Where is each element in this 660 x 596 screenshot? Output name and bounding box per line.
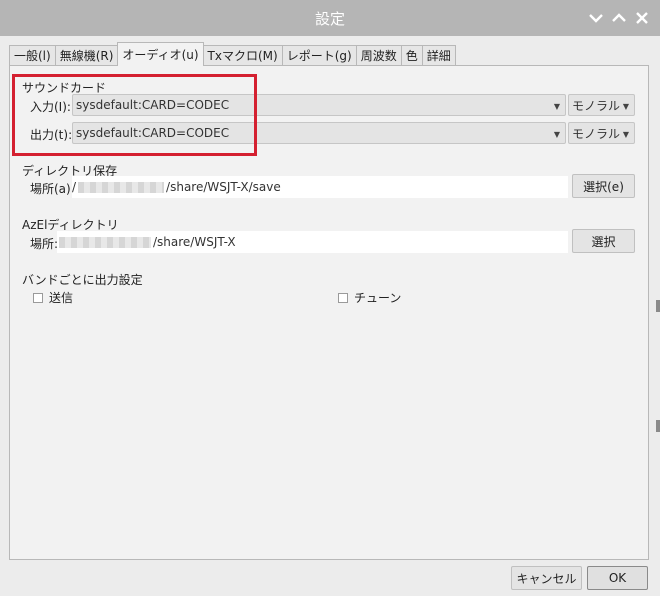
- save-dir-label: 場所(a):: [30, 182, 75, 196]
- edge-fragment: [656, 420, 660, 432]
- chevron-up-icon: [612, 13, 626, 22]
- settings-dialog: 一般(l) 無線機(R) オーディオ(u) Txマクロ(M) レポート(g) 周…: [0, 36, 660, 596]
- tab-audio[interactable]: オーディオ(u): [117, 42, 204, 66]
- save-dir-select-button[interactable]: 選択(e): [572, 174, 635, 198]
- input-label: 入力(I):: [30, 100, 71, 114]
- tab-general[interactable]: 一般(l): [9, 45, 56, 65]
- save-dir-field[interactable]: / /share/WSJT-X/save: [72, 176, 568, 198]
- cancel-button[interactable]: キャンセル: [511, 566, 582, 590]
- send-checkbox-label: 送信: [49, 291, 74, 305]
- save-dir-prefix: /: [72, 180, 77, 194]
- azel-dir-label: 場所:: [30, 237, 59, 251]
- tune-checkbox[interactable]: チューン: [338, 289, 401, 306]
- checkbox-box[interactable]: [338, 292, 348, 303]
- redacted-path: [78, 181, 165, 193]
- edge-fragment: [656, 300, 660, 312]
- output-device-select[interactable]: sysdefault:CARD=CODEC ▼: [72, 122, 566, 144]
- tab-bar: 一般(l) 無線機(R) オーディオ(u) Txマクロ(M) レポート(g) 周…: [9, 42, 456, 66]
- output-channel-value: モノラル: [572, 126, 621, 141]
- window-title: 設定: [314, 10, 345, 28]
- checkbox-box[interactable]: [33, 292, 43, 303]
- dropdown-arrow-icon: ▼: [553, 130, 560, 139]
- tab-reporting[interactable]: レポート(g): [281, 45, 357, 65]
- audio-panel: サウンドカード 入力(I): sysdefault:CARD=CODEC ▼ モ…: [9, 65, 649, 560]
- chevron-down-icon: [589, 14, 603, 23]
- minimize-button[interactable]: [587, 9, 605, 27]
- redacted-path: [59, 236, 151, 248]
- tab-tx-macros[interactable]: Txマクロ(M): [202, 45, 283, 65]
- tab-advanced[interactable]: 詳細: [421, 45, 456, 65]
- output-channel-select[interactable]: モノラル ▼: [568, 122, 635, 144]
- tune-checkbox-label: チューン: [354, 291, 402, 305]
- dropdown-arrow-icon: ▼: [622, 130, 629, 139]
- close-button[interactable]: [633, 9, 651, 27]
- ok-button[interactable]: OK: [587, 566, 648, 590]
- save-dir-suffix: /share/WSJT-X/save: [166, 180, 281, 194]
- title-bar: 設定: [0, 0, 660, 36]
- band-output-group-title: バンドごとに出力設定: [22, 273, 143, 287]
- azel-dir-field[interactable]: /share/WSJT-X: [57, 231, 568, 253]
- input-device-select[interactable]: sysdefault:CARD=CODEC ▼: [72, 94, 566, 116]
- azel-dir-suffix: /share/WSJT-X: [153, 235, 236, 249]
- output-device-value: sysdefault:CARD=CODEC: [76, 126, 230, 140]
- azel-dir-select-button[interactable]: 選択: [572, 229, 635, 253]
- tab-radio[interactable]: 無線機(R): [54, 45, 119, 65]
- maximize-button[interactable]: [610, 9, 628, 27]
- output-label: 出力(t):: [30, 128, 73, 142]
- dropdown-arrow-icon: ▼: [622, 102, 629, 111]
- tab-frequencies[interactable]: 周波数: [355, 45, 402, 65]
- input-device-value: sysdefault:CARD=CODEC: [76, 98, 230, 112]
- send-checkbox[interactable]: 送信: [33, 289, 73, 306]
- dropdown-arrow-icon: ▼: [553, 102, 560, 111]
- tab-colors[interactable]: 色: [400, 45, 423, 65]
- close-icon: [636, 12, 648, 24]
- input-channel-select[interactable]: モノラル ▼: [568, 94, 635, 116]
- input-channel-value: モノラル: [572, 98, 621, 113]
